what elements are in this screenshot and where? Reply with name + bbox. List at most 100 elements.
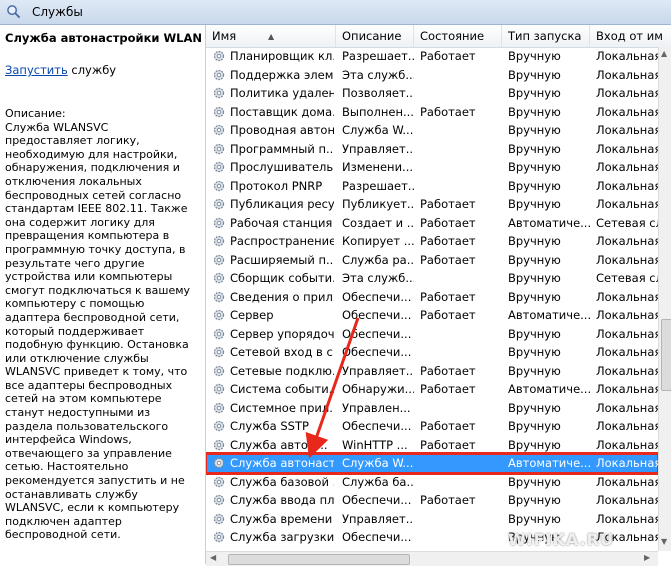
cell-state: Работает bbox=[420, 104, 476, 119]
cell-state: Работает bbox=[420, 382, 476, 396]
table-row[interactable]: Расширяемый п... Служба ра... Работает Вруч… bbox=[206, 251, 658, 270]
cell-name: Сервер упорядоч... bbox=[230, 326, 334, 341]
horizontal-scroll-thumb[interactable] bbox=[228, 554, 410, 565]
cell-start: Вручную bbox=[508, 474, 561, 489]
cell-logon: Локальная bbox=[596, 104, 658, 119]
cell-name: Служба ввода пл... bbox=[230, 493, 334, 507]
table-row[interactable]: Проводная автон... Служба W... Вручную Лока… bbox=[206, 121, 658, 140]
cell-logon: Локальная bbox=[596, 437, 658, 452]
table-row[interactable]: Служба времени ... Управляет... Вручную Лок… bbox=[206, 510, 658, 529]
cell-logon: Локальная bbox=[596, 326, 658, 341]
column-state[interactable]: Состояние bbox=[414, 25, 502, 47]
cell-state bbox=[420, 269, 500, 287]
table-row[interactable]: Системное прил... Управлен... Вручную Локал… bbox=[206, 399, 658, 418]
table-row[interactable]: Протокол PNRP Разрешает... Вручную Локальна… bbox=[206, 177, 658, 196]
table-row[interactable]: Программный п... Управляет... Вручную Локал… bbox=[206, 140, 658, 159]
service-gear-icon bbox=[213, 402, 225, 413]
service-gear-icon bbox=[213, 439, 225, 450]
table-row[interactable]: Сервер упорядоч... Обеспечи... Вручную Лока… bbox=[206, 325, 658, 344]
cell-desc: Разрешает... bbox=[342, 178, 414, 193]
cell-desc: Обеспечи... bbox=[342, 326, 412, 341]
cell-state: Работает bbox=[420, 49, 476, 63]
cell-name: Планировщик кл... bbox=[230, 49, 334, 63]
cell-start: Вручную bbox=[508, 234, 561, 248]
cell-start: Вручную bbox=[508, 345, 561, 359]
cell-logon: Локальная bbox=[596, 123, 658, 137]
table-row[interactable]: Сведения о прил... Обеспечи... Работает Вру… bbox=[206, 288, 658, 307]
cell-desc: Служба W... bbox=[342, 456, 414, 470]
table-row[interactable]: Поставщик дома... Выполнен... Работает Вруч… bbox=[206, 103, 658, 122]
cell-desc: Обеспечи... bbox=[342, 493, 412, 507]
table-row[interactable]: Сетевой вход в с... Обеспечи... Вручную Лок… bbox=[206, 343, 658, 362]
start-service-link[interactable]: Запустить bbox=[5, 63, 68, 77]
cell-logon: Локальная bbox=[596, 345, 658, 359]
service-gear-icon bbox=[213, 87, 225, 99]
cell-desc: Обнаружи... bbox=[342, 382, 414, 396]
service-gear-icon bbox=[213, 476, 225, 487]
cell-logon: Локальная bbox=[596, 49, 658, 63]
table-row-selected[interactable]: Служба автонаст... Служба W... Автоматиче.… bbox=[206, 452, 658, 475]
scroll-up-icon[interactable]: ▲ bbox=[661, 49, 667, 58]
window-title: Службы bbox=[32, 5, 83, 19]
column-name-label: Имя bbox=[212, 29, 237, 43]
sort-ascending-icon: ▲ bbox=[268, 32, 275, 41]
services-table: Планировщик кл... Разрешает... Работает Вру… bbox=[206, 47, 658, 551]
table-row[interactable]: Сетевые подклю... Управляет... Работает Вру… bbox=[206, 362, 658, 381]
cell-name: Сведения о прил... bbox=[230, 289, 334, 304]
service-details-pane: Служба автонастройки WLAN Запустить служ… bbox=[0, 25, 205, 564]
table-row[interactable]: Распространение... Копирует ... Работает Вр… bbox=[206, 232, 658, 251]
service-gear-icon bbox=[213, 309, 225, 321]
start-service-action: Запустить службу bbox=[5, 63, 116, 77]
cell-desc: Публикует... bbox=[342, 197, 414, 211]
cell-desc: Копирует ... bbox=[342, 234, 414, 248]
table-row[interactable]: Сервер Обеспечи... Работает Автоматиче... Ло… bbox=[206, 306, 658, 325]
column-logon-as[interactable]: Вход от им bbox=[590, 25, 671, 47]
cell-state: Работает bbox=[420, 493, 476, 507]
table-row[interactable]: Поддержка элем... Эта служб... Вручную Лока… bbox=[206, 66, 658, 85]
table-row[interactable]: Система событи... Обнаружи... Работает Авто… bbox=[206, 380, 658, 399]
table-row[interactable]: Служба ввода пл... Обеспечи... Работает Вру… bbox=[206, 491, 658, 510]
table-row[interactable]: Служба базовой ... Служба ба... Вручную Лок… bbox=[206, 473, 658, 492]
cell-desc: Обеспечи... bbox=[342, 345, 412, 359]
cell-name: Служба времени ... bbox=[230, 511, 334, 526]
cell-start: Вручную bbox=[508, 252, 561, 267]
cell-state bbox=[420, 140, 500, 158]
cell-desc: Управляет... bbox=[342, 363, 414, 378]
vertical-scroll-thumb[interactable] bbox=[661, 319, 671, 391]
table-row[interactable]: Служба SSTP Обеспечи... Работает Вручную Лок… bbox=[206, 417, 658, 436]
cell-logon: Локальная bbox=[596, 197, 658, 211]
table-row[interactable]: Планировщик кл... Разрешает... Работает Вру… bbox=[206, 47, 658, 66]
service-gear-icon bbox=[213, 106, 225, 117]
service-gear-icon bbox=[213, 291, 225, 302]
cell-name: Рабочая станция bbox=[230, 215, 333, 230]
service-gear-icon bbox=[213, 383, 225, 395]
column-startup-type[interactable]: Тип запуска bbox=[502, 25, 590, 47]
vertical-scrollbar[interactable]: ▲ ▼ bbox=[658, 47, 671, 551]
cell-state: Работает bbox=[420, 419, 476, 433]
table-row[interactable]: Политика удален... Позволяет... Вручную Лок… bbox=[206, 84, 658, 103]
cell-logon: Локальная bbox=[596, 382, 658, 396]
service-gear-icon bbox=[213, 513, 225, 524]
table-row[interactable]: Рабочая станция Создает и ... Работает Авто… bbox=[206, 214, 658, 233]
cell-logon: Сетевая сл bbox=[596, 271, 658, 285]
cell-desc: Обеспечи... bbox=[342, 308, 412, 322]
table-row[interactable]: Прослушиватель... Изменени... Вручную Локал… bbox=[206, 158, 658, 177]
cell-start: Вручную bbox=[508, 67, 561, 82]
cell-name: Поставщик дома... bbox=[230, 104, 334, 119]
column-name[interactable]: Имя ▲ bbox=[206, 25, 336, 47]
table-row[interactable]: Публикация ресу... Публикует... Работает Вр… bbox=[206, 195, 658, 214]
scroll-left-icon[interactable]: ◀ bbox=[210, 553, 216, 562]
service-gear-icon bbox=[213, 217, 225, 228]
table-row[interactable]: Сборщик событи... Эта служб... Вручную Сете… bbox=[206, 269, 658, 288]
cell-desc: Обеспечи... bbox=[342, 419, 412, 433]
table-row[interactable]: Служба автом... WinHTTP ... Работает Вручну… bbox=[206, 436, 658, 455]
service-title: Служба автонастройки WLAN bbox=[5, 31, 202, 45]
cell-name: Распространение... bbox=[230, 234, 334, 248]
cell-desc: Служба ба... bbox=[342, 474, 414, 489]
scroll-right-icon[interactable]: ▶ bbox=[644, 553, 650, 562]
cell-logon: Локальная bbox=[596, 252, 658, 267]
scroll-down-icon[interactable]: ▼ bbox=[661, 537, 667, 546]
cell-start: Автоматиче... bbox=[508, 308, 590, 322]
service-gear-icon bbox=[213, 494, 225, 506]
column-description[interactable]: Описание bbox=[336, 25, 414, 47]
